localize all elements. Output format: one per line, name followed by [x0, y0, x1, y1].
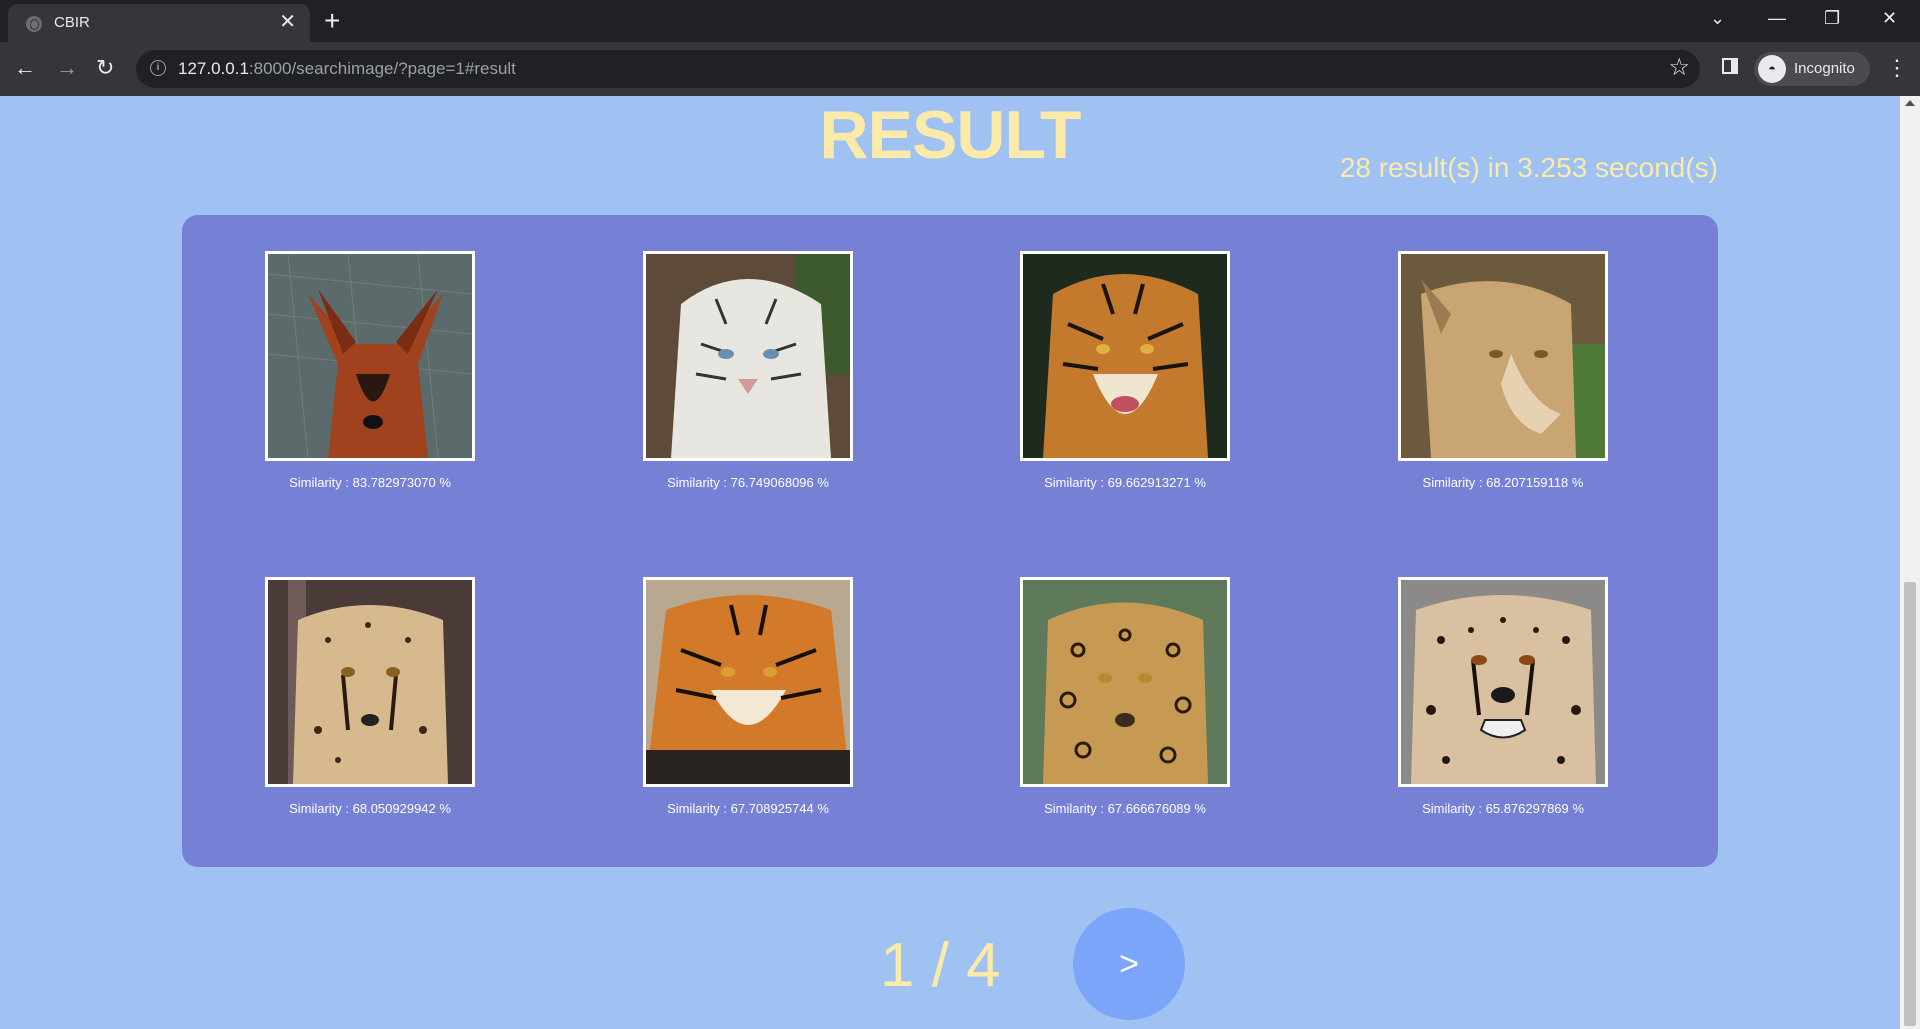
incognito-label: Incognito — [1794, 60, 1855, 77]
bookmark-star-icon[interactable]: ☆ — [1668, 54, 1690, 82]
incognito-icon: ◓ — [1758, 55, 1786, 83]
next-page-button[interactable]: > — [1073, 908, 1185, 1020]
result-image-cheetah[interactable] — [265, 577, 475, 787]
similarity-score: Similarity : 65.876297869 % — [1422, 801, 1584, 816]
scrollbar-thumb[interactable] — [1904, 582, 1916, 1026]
close-window-icon[interactable]: ✕ — [1882, 6, 1897, 30]
browser-tab[interactable]: CBIR ✕ — [8, 4, 310, 42]
info-icon[interactable]: i — [150, 60, 166, 76]
forward-icon[interactable]: → — [56, 54, 78, 82]
tab-search-icon[interactable]: ⌄ — [1710, 6, 1725, 30]
result-card[interactable]: Similarity : 68.050929942 % — [265, 577, 475, 816]
browser-toolbar: ← → ↻ i 127.0.0.1:8000/searchimage/?page… — [0, 42, 1920, 96]
tab-strip: CBIR ✕ + ⌄ — ❐ ✕ — [0, 0, 1920, 42]
browser-menu-icon[interactable]: ⋮ — [1886, 54, 1908, 82]
similarity-score: Similarity : 69.662913271 % — [1044, 475, 1206, 490]
address-bar[interactable]: i 127.0.0.1:8000/searchimage/?page=1#res… — [136, 50, 1700, 88]
close-tab-icon[interactable]: ✕ — [279, 10, 296, 34]
result-image-jaguar[interactable] — [1020, 577, 1230, 787]
restore-icon[interactable]: ❐ — [1824, 6, 1840, 30]
tab-title: CBIR — [54, 14, 90, 31]
url-host: 127.0.0.1 — [178, 59, 249, 78]
result-card[interactable]: Similarity : 83.782973070 % — [265, 251, 475, 490]
similarity-score: Similarity : 67.708925744 % — [667, 801, 829, 816]
new-tab-icon[interactable]: + — [324, 4, 340, 38]
similarity-score: Similarity : 67.666676089 % — [1044, 801, 1206, 816]
incognito-profile-button[interactable]: ◓ Incognito — [1754, 52, 1870, 86]
minimize-icon[interactable]: — — [1768, 6, 1786, 30]
result-card[interactable]: Similarity : 65.876297869 % — [1398, 577, 1608, 816]
similarity-score: Similarity : 76.749068096 % — [667, 475, 829, 490]
result-image-bengal-tiger[interactable] — [643, 577, 853, 787]
similarity-score: Similarity : 68.207159118 % — [1422, 475, 1584, 490]
result-image-white-tiger[interactable] — [643, 251, 853, 461]
result-card[interactable]: Similarity : 67.708925744 % — [643, 577, 853, 816]
pagination-indicator: 1 / 4 — [880, 931, 1001, 1000]
url-path: :8000/searchimage/?page=1#result — [248, 59, 516, 78]
similarity-score: Similarity : 83.782973070 % — [289, 475, 451, 490]
result-image-maned-wolf[interactable] — [265, 251, 475, 461]
back-icon[interactable]: ← — [14, 54, 36, 82]
result-card[interactable]: Similarity : 69.662913271 % — [1020, 251, 1230, 490]
page-scrollbar[interactable] — [1900, 96, 1920, 1029]
result-image-cheetah-closeup[interactable] — [1398, 577, 1608, 787]
result-card[interactable]: Similarity : 76.749068096 % — [643, 251, 853, 490]
result-card[interactable]: Similarity : 68.207159118 % — [1398, 251, 1608, 490]
result-card[interactable]: Similarity : 67.666676089 % — [1020, 577, 1230, 816]
side-panel-icon[interactable] — [1722, 58, 1738, 74]
reload-icon[interactable]: ↻ — [96, 54, 114, 82]
similarity-score: Similarity : 68.050929942 % — [289, 801, 451, 816]
result-stats: 28 result(s) in 3.253 second(s) — [1339, 152, 1718, 183]
results-panel: Similarity : 83.782973070 % Similarity :… — [182, 215, 1718, 867]
result-image-lioness[interactable] — [1398, 251, 1608, 461]
scroll-up-arrow-icon[interactable] — [1905, 100, 1915, 106]
globe-icon — [26, 16, 42, 32]
url-text[interactable]: 127.0.0.1:8000/searchimage/?page=1#resul… — [178, 59, 516, 79]
result-image-tiger[interactable] — [1020, 251, 1230, 461]
